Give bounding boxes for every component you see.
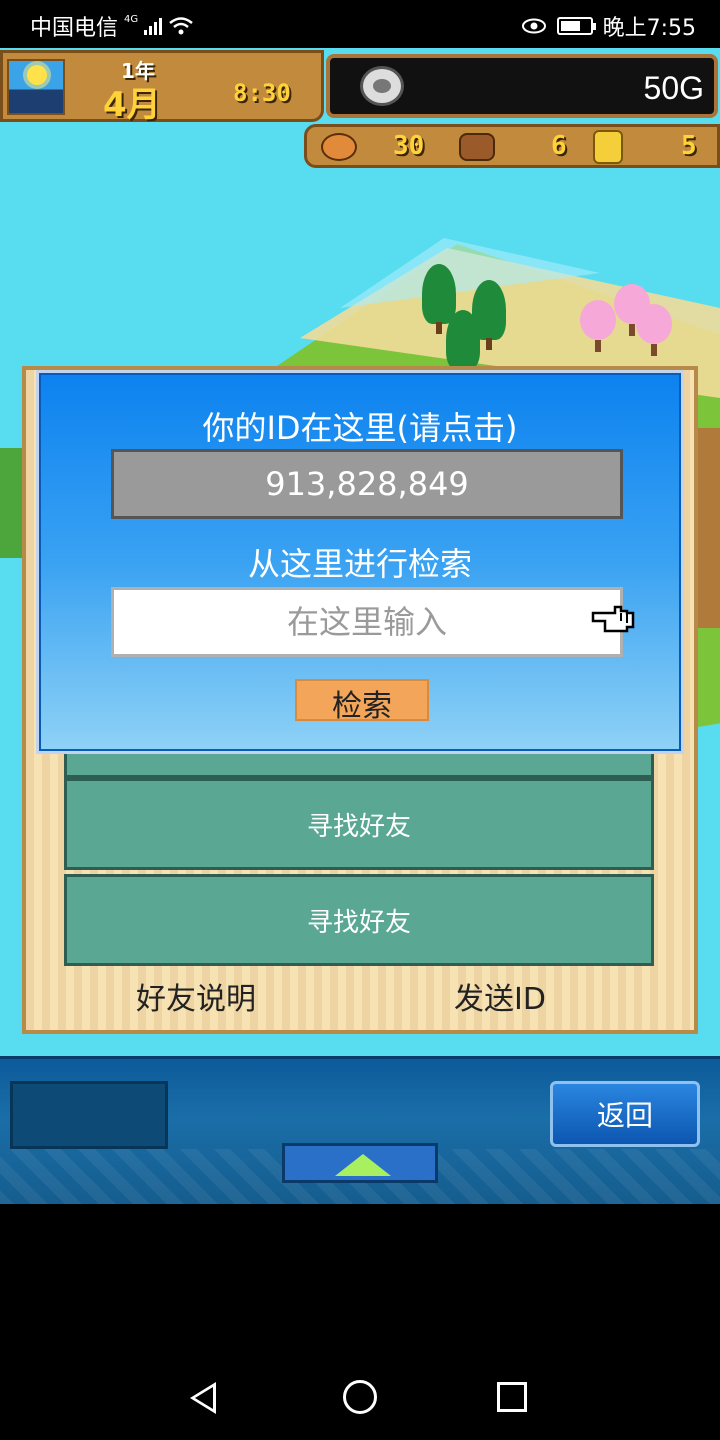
arrow-up-icon — [335, 1154, 391, 1176]
dialog-title: 你的ID在这里(请点击) — [202, 409, 518, 447]
fish-icon — [321, 133, 357, 161]
game-viewport[interactable]: 1年 4月 8:30 50G 30 6 5 寻找好友 寻找好友 好友说明 发送I… — [0, 48, 720, 1204]
back-button[interactable]: 返回 — [550, 1081, 700, 1147]
status-time: 晚上7:55 — [602, 16, 696, 41]
search-input[interactable] — [111, 587, 623, 657]
sunny-weather-icon — [7, 59, 65, 115]
nav-back-icon[interactable] — [190, 1382, 216, 1414]
friend-help-button[interactable]: 好友说明 — [136, 974, 256, 1018]
carrier-label: 中国电信 — [30, 16, 119, 41]
search-label: 从这里进行检索 — [247, 545, 472, 583]
tree-icon — [446, 310, 480, 380]
find-friend-row[interactable]: 寻找好友 — [64, 778, 654, 870]
item-slot[interactable] — [10, 1081, 168, 1149]
gold-panel: 50G — [326, 54, 718, 118]
find-friend-label: 寻找好友 — [306, 811, 411, 842]
medal-icon — [593, 130, 623, 164]
wifi-icon — [169, 17, 193, 35]
pointing-hand-icon — [591, 605, 635, 633]
resources-panel: 30 6 5 — [304, 124, 720, 168]
game-clock: 8:30 — [233, 79, 291, 107]
expand-menu-button[interactable] — [282, 1143, 438, 1183]
fish-count: 30 — [393, 131, 425, 161]
status-bar: 中国电信 4G 晚上7:55 — [0, 0, 720, 48]
wood-count: 6 — [551, 131, 567, 161]
nav-home-icon[interactable] — [343, 1380, 377, 1414]
cherry-tree-icon — [580, 300, 616, 352]
status-left: 中国电信 4G — [30, 10, 194, 42]
player-id-box[interactable]: 913,828,849 — [111, 449, 623, 519]
search-button[interactable]: 检索 — [295, 679, 429, 724]
signal-icon — [144, 17, 163, 35]
status-right: 晚上7:55 — [521, 10, 696, 42]
coin-icon — [360, 66, 404, 106]
wood-icon — [459, 133, 495, 161]
nav-recents-icon[interactable] — [497, 1382, 527, 1412]
month-label: 4月 — [103, 85, 161, 125]
eye-icon — [521, 18, 546, 34]
battery-icon — [556, 17, 596, 35]
date-panel: 1年 4月 8:30 — [0, 50, 324, 125]
bottom-control-bar: 返回 — [0, 1056, 720, 1207]
gold-amount: 50G — [643, 70, 704, 106]
find-friend-label: 寻找好友 — [306, 907, 411, 938]
cherry-tree-icon — [636, 304, 672, 356]
medal-count: 5 — [681, 131, 697, 161]
friend-search-dialog: 你的ID在这里(请点击) 913,828,849 从这里进行检索 检索 — [36, 370, 684, 754]
find-friend-row[interactable]: 寻找好友 — [64, 874, 654, 966]
player-id-value: 913,828,849 — [265, 465, 469, 503]
send-id-button[interactable]: 发送ID — [454, 974, 546, 1018]
system-nav-bar — [0, 1204, 720, 1440]
network-type: 4G — [124, 13, 139, 25]
tree-icon — [422, 264, 456, 334]
